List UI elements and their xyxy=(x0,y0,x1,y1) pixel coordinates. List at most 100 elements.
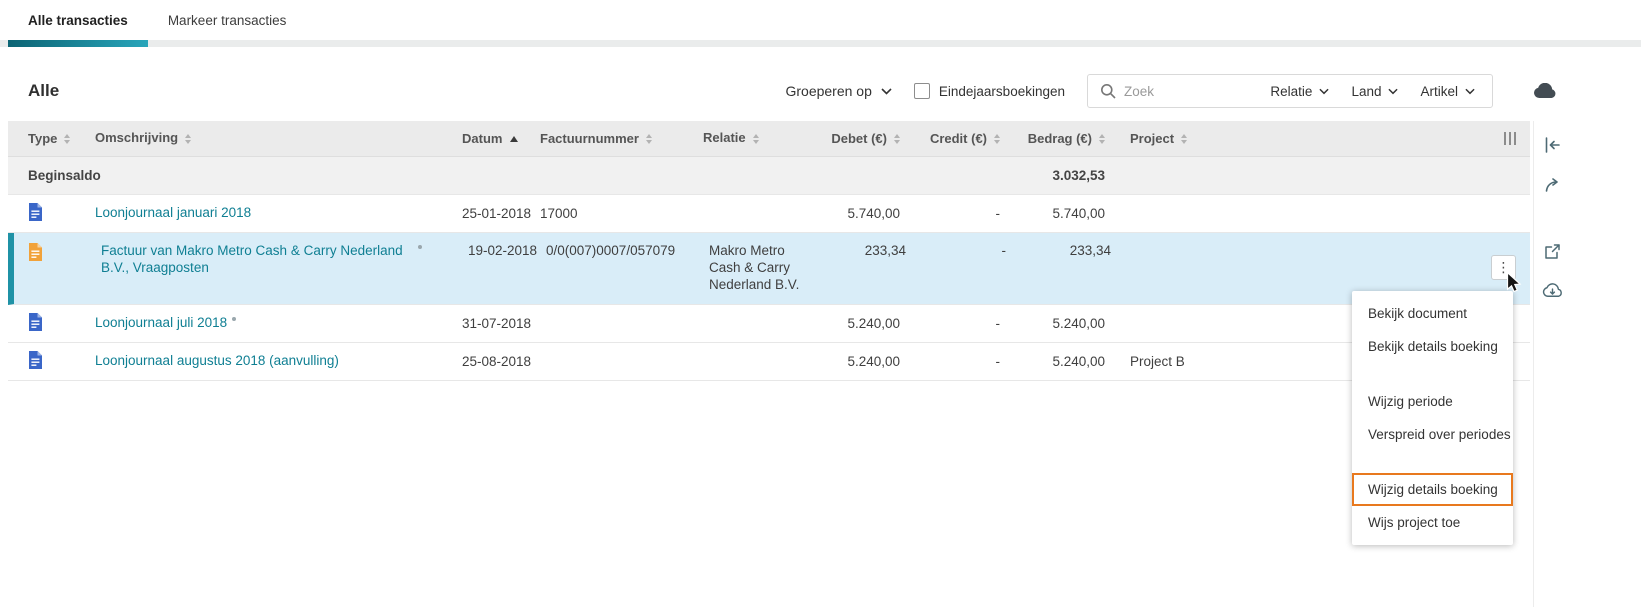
transaction-row[interactable]: Loonjournaal januari 2018 25-01-2018 170… xyxy=(8,195,1530,233)
open-external-button[interactable] xyxy=(1541,239,1565,263)
column-label: Datum xyxy=(462,131,503,146)
year-end-bookings-checkbox[interactable]: Eindejaarsboekingen xyxy=(913,83,1065,99)
note-marker-icon xyxy=(418,245,422,249)
amount-cell: 5.740,00 xyxy=(1052,206,1105,221)
column-header-project[interactable]: Project xyxy=(1105,131,1245,146)
credit-cell: - xyxy=(995,206,1001,221)
open-external-icon xyxy=(1545,243,1560,259)
date-cell: 25-01-2018 xyxy=(462,206,532,221)
menu-group-divider xyxy=(1352,363,1513,385)
column-label: Type xyxy=(28,131,58,146)
sort-icon xyxy=(1181,133,1188,144)
column-label: Factuurnummer xyxy=(540,131,639,146)
menu-item-wijs-project-toe[interactable]: Wijs project toe xyxy=(1352,506,1513,539)
filter-label: Relatie xyxy=(1270,83,1313,99)
tab-label: Markeer transacties xyxy=(167,12,287,28)
search-input[interactable] xyxy=(1124,83,1256,99)
sort-icon xyxy=(645,133,652,144)
column-label: Project xyxy=(1130,131,1175,146)
cloud-download-icon xyxy=(1542,283,1562,297)
filter-label: Artikel xyxy=(1420,83,1458,99)
transaction-row[interactable]: Loonjournaal juli 2018 31-07-2018 5.240,… xyxy=(8,304,1530,343)
menu-item-verspreid-over-periodes[interactable]: Verspreid over periodes xyxy=(1352,418,1513,451)
transaction-row[interactable]: Loonjournaal augustus 2018 (aanvulling) … xyxy=(8,342,1530,381)
column-header-datum[interactable]: Datum xyxy=(462,131,540,146)
debit-cell: 5.240,00 xyxy=(847,353,900,369)
table-header-row: Type Omschrijving Datum Factuurnummer Re… xyxy=(8,121,1530,157)
column-header-relatie[interactable]: Relatie xyxy=(703,130,818,146)
amount-cell: 233,34 xyxy=(1069,243,1111,258)
journal-document-icon xyxy=(29,312,42,331)
filter-artikel-dropdown[interactable]: Artikel xyxy=(1413,84,1482,99)
type-cell xyxy=(8,312,95,334)
menu-item-wijzig-periode[interactable]: Wijzig periode xyxy=(1352,385,1513,418)
row-context-menu: Bekijk document Bekijk details boeking W… xyxy=(1352,291,1513,545)
opening-balance-amount: 3.032,53 xyxy=(1052,168,1105,183)
tab-strip-divider xyxy=(0,40,1641,47)
tab-markeer-transacties[interactable]: Markeer transacties xyxy=(148,0,307,40)
cloud-icon xyxy=(1534,82,1556,98)
sort-icon xyxy=(752,133,759,144)
columns-settings-icon[interactable] xyxy=(1503,132,1516,145)
toolbar-right: Groeperen op Eindejaarsboekingen Relatie… xyxy=(785,74,1556,108)
transaction-link[interactable]: Loonjournaal januari 2018 xyxy=(95,205,251,222)
transactions-table: Type Omschrijving Datum Factuurnummer Re… xyxy=(8,121,1530,381)
column-label: Debet (€) xyxy=(831,131,887,146)
credit-cell: - xyxy=(1001,243,1007,258)
redo-button[interactable] xyxy=(1541,173,1565,197)
group-by-dropdown[interactable]: Groeperen op xyxy=(785,83,892,99)
date-cell: 31-07-2018 xyxy=(462,315,532,331)
chevron-down-icon xyxy=(1388,88,1399,94)
chevron-down-icon xyxy=(881,87,892,95)
column-settings-cell xyxy=(1245,132,1530,145)
chevron-down-icon xyxy=(1465,88,1475,94)
menu-item-bekijk-details-boeking[interactable]: Bekijk details boeking xyxy=(1352,330,1513,363)
download-cloud-button[interactable] xyxy=(1533,82,1556,100)
relation-cell: Makro Metro Cash & Carry Nederland B.V. xyxy=(709,243,800,292)
column-label: Credit (€) xyxy=(929,131,987,146)
tab-alle-transacties[interactable]: Alle transacties xyxy=(8,0,148,47)
cloud-download-button[interactable] xyxy=(1541,279,1565,303)
debit-cell: 5.240,00 xyxy=(847,315,900,331)
filter-land-dropdown[interactable]: Land xyxy=(1344,84,1405,99)
checkbox-box-icon[interactable] xyxy=(913,83,930,99)
credit-cell: - xyxy=(995,315,1001,331)
date-cell: 25-08-2018 xyxy=(462,353,532,369)
row-actions-menu-button[interactable]: ⋮ xyxy=(1491,255,1516,280)
right-toolbar-rail xyxy=(1533,121,1571,607)
chevron-down-icon xyxy=(1319,88,1330,94)
transaction-row-selected[interactable]: Factuur van Makro Metro Cash & Carry Ned… xyxy=(8,233,1530,305)
column-header-factuurnummer[interactable]: Factuurnummer xyxy=(540,131,703,146)
transaction-link[interactable]: Factuur van Makro Metro Cash & Carry Ned… xyxy=(101,243,413,277)
invoice-number-cell: 17000 xyxy=(540,206,578,221)
description-cell: Loonjournaal januari 2018 xyxy=(95,205,462,222)
column-header-credit[interactable]: Credit (€) xyxy=(900,131,1000,146)
debit-cell: 233,34 xyxy=(864,243,906,258)
collapse-right-icon xyxy=(1545,137,1560,153)
debit-cell: 5.740,00 xyxy=(847,206,900,221)
description-cell: Loonjournaal augustus 2018 (aanvulling) xyxy=(95,353,462,370)
transactions-page: Alle transacties Markeer transacties All… xyxy=(0,0,1641,607)
credit-cell: - xyxy=(995,353,1001,369)
collapse-panel-button[interactable] xyxy=(1541,133,1565,157)
sort-asc-icon xyxy=(510,135,519,142)
column-header-type[interactable]: Type xyxy=(8,131,95,146)
redo-arrow-icon xyxy=(1545,178,1558,192)
filter-label: Land xyxy=(1351,83,1382,99)
column-header-bedrag[interactable]: Bedrag (€) xyxy=(1000,131,1105,146)
search-icon xyxy=(1101,84,1116,99)
tabbar: Alle transacties Markeer transacties xyxy=(0,0,1641,47)
type-cell xyxy=(8,350,95,372)
menu-item-bekijk-document[interactable]: Bekijk document xyxy=(1352,297,1513,330)
filter-relatie-dropdown[interactable]: Relatie xyxy=(1263,84,1336,99)
column-header-omschrijving[interactable]: Omschrijving xyxy=(95,130,462,146)
opening-balance-label: Beginsaldo xyxy=(28,168,101,183)
journal-document-icon xyxy=(29,203,42,221)
transaction-link[interactable]: Loonjournaal augustus 2018 (aanvulling) xyxy=(95,353,339,370)
transaction-link[interactable]: Loonjournaal juli 2018 xyxy=(95,315,227,332)
column-label: Relatie xyxy=(703,130,746,146)
amount-cell: 5.240,00 xyxy=(1052,353,1105,369)
menu-item-wijzig-details-boeking[interactable]: Wijzig details boeking xyxy=(1352,473,1513,506)
column-header-debet[interactable]: Debet (€) xyxy=(818,131,900,146)
menu-group-divider xyxy=(1352,451,1513,473)
